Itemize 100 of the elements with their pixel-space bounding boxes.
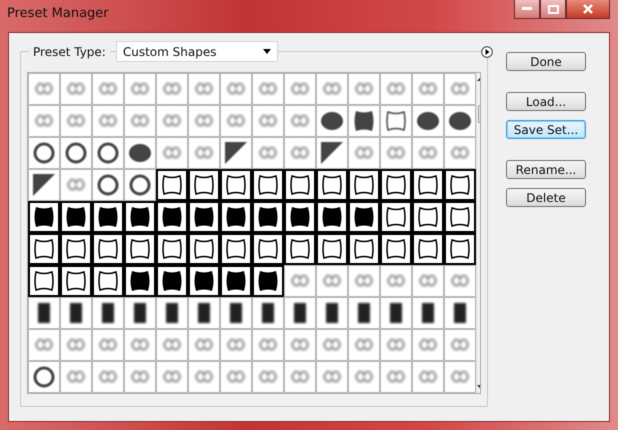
shape-preset-tile[interactable] (316, 169, 348, 201)
shape-preset-tile[interactable] (412, 73, 444, 105)
shape-preset-tile[interactable] (252, 297, 284, 329)
shape-preset-tile[interactable] (444, 137, 476, 169)
shape-preset-tile[interactable] (156, 169, 188, 201)
shape-preset-tile[interactable] (252, 105, 284, 137)
close-button[interactable] (566, 0, 610, 19)
dialog-button[interactable]: Rename... (506, 160, 586, 179)
shape-preset-tile[interactable] (284, 361, 316, 393)
shape-preset-tile[interactable] (316, 73, 348, 105)
shape-preset-tile[interactable] (444, 73, 476, 105)
shape-preset-tile[interactable] (380, 169, 412, 201)
shape-preset-tile[interactable] (284, 169, 316, 201)
shape-preset-tile[interactable] (28, 361, 60, 393)
shape-preset-tile[interactable] (380, 201, 412, 233)
dialog-button[interactable]: Done (506, 52, 586, 71)
shape-preset-tile[interactable] (348, 105, 380, 137)
shape-preset-tile[interactable] (156, 361, 188, 393)
shape-preset-tile[interactable] (60, 105, 92, 137)
shape-preset-tile[interactable] (220, 329, 252, 361)
shape-preset-tile[interactable] (284, 233, 316, 265)
shape-preset-tile[interactable] (92, 137, 124, 169)
shape-preset-tile[interactable] (92, 329, 124, 361)
shape-preset-tile[interactable] (412, 265, 444, 297)
shape-preset-tile[interactable] (124, 137, 156, 169)
shape-preset-tile[interactable] (444, 329, 476, 361)
shape-preset-tile[interactable] (284, 297, 316, 329)
shape-preset-tile[interactable] (412, 297, 444, 329)
shape-preset-tile[interactable] (156, 137, 188, 169)
shape-preset-tile[interactable] (316, 137, 348, 169)
shape-preset-tile[interactable] (252, 361, 284, 393)
shape-preset-tile[interactable] (444, 265, 476, 297)
shape-preset-tile[interactable] (252, 265, 284, 297)
shape-preset-tile[interactable] (348, 361, 380, 393)
shape-preset-tile[interactable] (252, 137, 284, 169)
shape-preset-tile[interactable] (220, 361, 252, 393)
shape-preset-tile[interactable] (412, 137, 444, 169)
dialog-button[interactable]: Save Set... (506, 120, 586, 139)
flyout-menu-icon[interactable] (481, 46, 493, 58)
shape-preset-tile[interactable] (380, 73, 412, 105)
shape-preset-tile[interactable] (284, 265, 316, 297)
shape-preset-tile[interactable] (348, 73, 380, 105)
shape-preset-tile[interactable] (188, 265, 220, 297)
shape-preset-tile[interactable] (124, 265, 156, 297)
shape-preset-tile[interactable] (412, 105, 444, 137)
shape-preset-tile[interactable] (188, 137, 220, 169)
shape-preset-tile[interactable] (124, 297, 156, 329)
shape-preset-tile[interactable] (156, 73, 188, 105)
shape-preset-tile[interactable] (156, 329, 188, 361)
shape-preset-tile[interactable] (60, 201, 92, 233)
shape-preset-tile[interactable] (380, 297, 412, 329)
shape-preset-tile[interactable] (444, 201, 476, 233)
shape-preset-tile[interactable] (188, 297, 220, 329)
shape-preset-tile[interactable] (412, 201, 444, 233)
shape-preset-tile[interactable] (444, 105, 476, 137)
shape-preset-tile[interactable] (412, 169, 444, 201)
shape-preset-tile[interactable] (28, 169, 60, 201)
shape-preset-tile[interactable] (380, 329, 412, 361)
shape-preset-tile[interactable] (380, 265, 412, 297)
shape-preset-tile[interactable] (348, 233, 380, 265)
shape-preset-tile[interactable] (444, 233, 476, 265)
shape-preset-tile[interactable] (60, 169, 92, 201)
dialog-button[interactable]: Load... (506, 92, 586, 111)
shape-preset-tile[interactable] (124, 169, 156, 201)
shape-preset-tile[interactable] (92, 361, 124, 393)
shape-preset-tile[interactable] (220, 201, 252, 233)
shape-preset-tile[interactable] (220, 137, 252, 169)
shape-preset-tile[interactable] (60, 265, 92, 297)
shape-preset-tile[interactable] (60, 361, 92, 393)
shape-preset-tile[interactable] (28, 329, 60, 361)
shape-preset-tile[interactable] (156, 297, 188, 329)
shape-preset-tile[interactable] (284, 329, 316, 361)
shape-preset-tile[interactable] (220, 73, 252, 105)
shape-preset-tile[interactable] (28, 233, 60, 265)
shape-preset-tile[interactable] (252, 329, 284, 361)
shape-preset-tile[interactable] (380, 233, 412, 265)
shape-preset-tile[interactable] (124, 329, 156, 361)
shape-preset-tile[interactable] (316, 105, 348, 137)
shape-preset-tile[interactable] (348, 329, 380, 361)
shape-preset-tile[interactable] (348, 169, 380, 201)
shape-preset-tile[interactable] (252, 201, 284, 233)
shape-preset-tile[interactable] (156, 265, 188, 297)
shape-preset-tile[interactable] (188, 73, 220, 105)
shape-preset-tile[interactable] (252, 233, 284, 265)
shape-preset-tile[interactable] (220, 233, 252, 265)
minimize-button[interactable] (514, 0, 540, 19)
shape-preset-tile[interactable] (28, 137, 60, 169)
shape-preset-tile[interactable] (412, 233, 444, 265)
shape-preset-tile[interactable] (188, 169, 220, 201)
shape-preset-tile[interactable] (156, 233, 188, 265)
shape-preset-tile[interactable] (28, 265, 60, 297)
shape-preset-tile[interactable] (220, 265, 252, 297)
shape-preset-tile[interactable] (124, 73, 156, 105)
shape-preset-tile[interactable] (444, 361, 476, 393)
shape-preset-tile[interactable] (348, 137, 380, 169)
shape-preset-tile[interactable] (380, 361, 412, 393)
shape-preset-tile[interactable] (284, 73, 316, 105)
shape-preset-tile[interactable] (124, 201, 156, 233)
shape-preset-tile[interactable] (92, 73, 124, 105)
shape-preset-tile[interactable] (220, 297, 252, 329)
